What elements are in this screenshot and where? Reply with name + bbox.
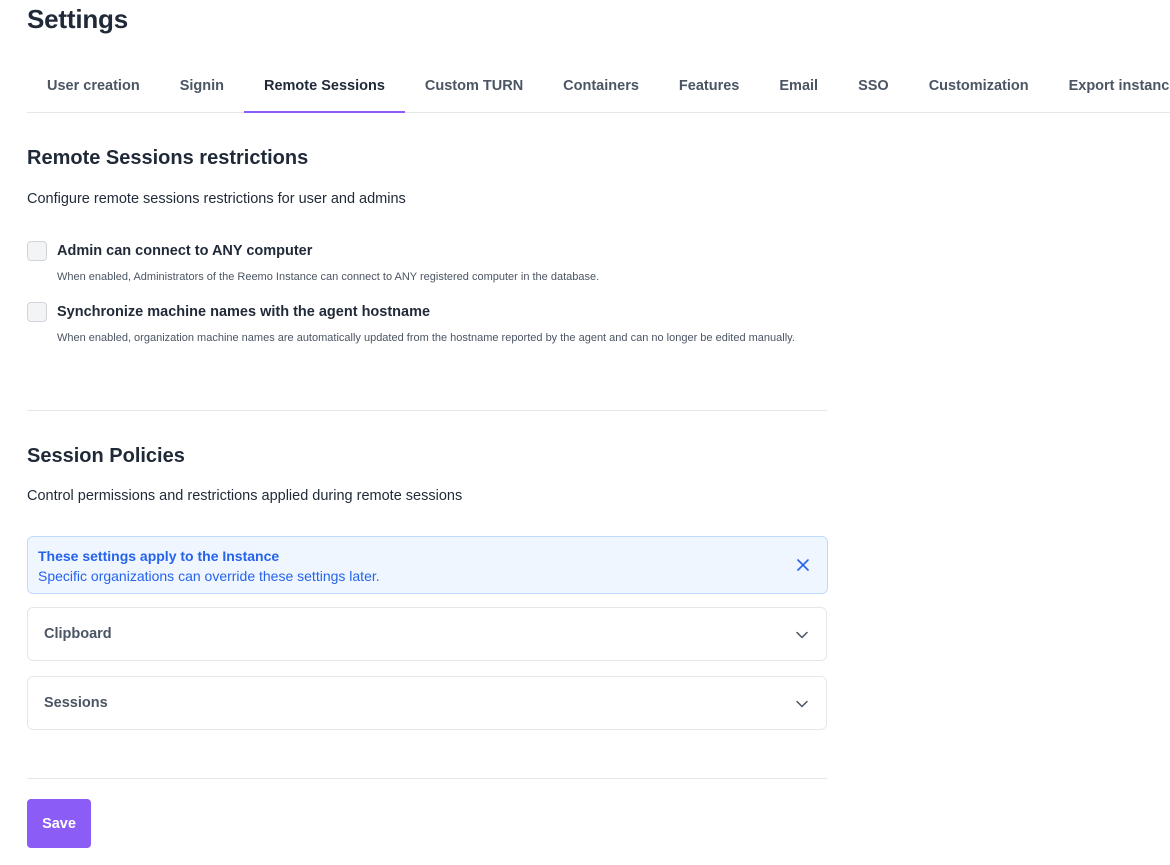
restrictions-description: Configure remote sessions restrictions f… (27, 191, 406, 207)
tab-export-instance[interactable]: Export instance (1049, 61, 1170, 112)
accordion-clipboard[interactable]: Clipboard (27, 607, 827, 661)
admin-connect-any-label[interactable]: Admin can connect to ANY computer (57, 243, 312, 259)
settings-page: Settings User creation Signin Remote Ses… (0, 0, 1170, 865)
section-divider (27, 410, 827, 411)
alert-text: Specific organizations can override thes… (38, 568, 380, 584)
tab-containers[interactable]: Containers (543, 61, 659, 112)
tab-remote-sessions[interactable]: Remote Sessions (244, 61, 405, 113)
tab-customization[interactable]: Customization (909, 61, 1049, 112)
accordion-sessions-label: Sessions (44, 695, 108, 711)
admin-connect-any-checkbox[interactable] (27, 241, 47, 261)
settings-tabs: User creation Signin Remote Sessions Cus… (27, 61, 1170, 113)
sync-machine-names-help: When enabled, organization machine names… (57, 332, 795, 344)
tab-features[interactable]: Features (659, 61, 759, 112)
footer-divider (27, 778, 827, 779)
policies-description: Control permissions and restrictions app… (27, 488, 463, 504)
tab-email[interactable]: Email (759, 61, 838, 112)
accordion-clipboard-label: Clipboard (44, 626, 112, 642)
tab-sso[interactable]: SSO (838, 61, 909, 112)
tab-signin[interactable]: Signin (160, 61, 244, 112)
tab-custom-turn[interactable]: Custom TURN (405, 61, 543, 112)
sync-machine-names-checkbox[interactable] (27, 302, 47, 322)
instance-info-alert: These settings apply to the Instance Spe… (27, 536, 828, 594)
chevron-down-icon (796, 631, 808, 639)
policies-title: Session Policies (27, 445, 185, 467)
restrictions-title: Remote Sessions restrictions (27, 147, 309, 169)
accordion-sessions[interactable]: Sessions (27, 676, 827, 730)
chevron-down-icon (796, 700, 808, 708)
sync-machine-names-label[interactable]: Synchronize machine names with the agent… (57, 304, 430, 320)
save-button[interactable]: Save (27, 799, 91, 848)
tab-user-creation[interactable]: User creation (27, 61, 160, 112)
alert-title: These settings apply to the Instance (38, 548, 280, 564)
close-icon[interactable] (795, 557, 811, 573)
page-title: Settings (27, 4, 128, 34)
admin-connect-any-help: When enabled, Administrators of the Reem… (57, 271, 600, 283)
